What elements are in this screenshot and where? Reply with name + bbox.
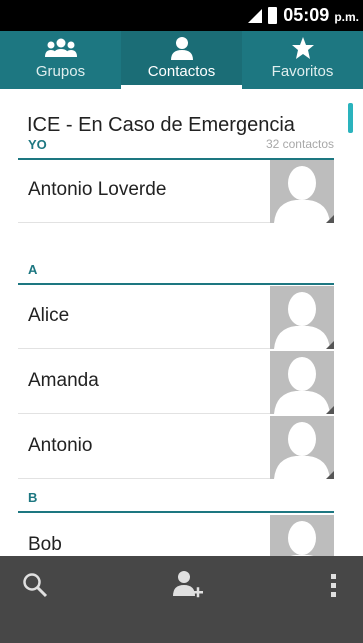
battery-icon [268,7,278,24]
add-contact-icon[interactable] [172,570,204,605]
section-header-b: B [18,483,334,513]
tab-favoritos[interactable]: Favoritos [242,31,363,89]
contact-name: Antonio [28,435,93,456]
avatar-placeholder-icon [270,416,334,479]
contact-row[interactable]: Alice [18,286,334,349]
group-icon [44,36,78,60]
avatar-placeholder-icon [270,160,334,223]
section-letter: A [28,261,38,277]
contact-count: 32 contactos [265,137,334,151]
contact-row-me[interactable]: Antonio Loverde [18,160,334,223]
tab-grupos[interactable]: Grupos [0,31,121,89]
contact-row[interactable]: Antonio [18,416,334,479]
tab-label: Grupos [35,63,86,80]
contact-name: Bob [28,534,62,555]
overflow-menu-icon[interactable] [331,574,337,603]
section-header-a: A [18,255,334,285]
avatar-placeholder-icon [270,515,334,556]
avatar-placeholder-icon [270,351,334,414]
tab-bar: Grupos Contactos Favoritos [0,31,363,89]
contact-name: Amanda [28,370,99,391]
contact-name: Antonio Loverde [28,179,167,200]
search-icon[interactable] [22,572,48,603]
avatar-placeholder-icon [270,286,334,349]
star-icon [291,36,315,60]
contact-row[interactable]: Amanda [18,351,334,414]
scrollbar[interactable] [348,103,353,133]
contact-name: Alice [28,305,70,326]
section-letter: YO [28,136,47,152]
person-icon [170,36,194,60]
tab-label: Contactos [147,63,216,80]
tab-contactos[interactable]: Contactos [121,31,242,89]
status-time: 05:09 p.m. [283,5,359,25]
contact-row[interactable]: Bob [18,515,334,556]
contacts-list[interactable]: ICE - En Caso de Emergencia YO 32 contac… [0,89,363,556]
section-letter: B [28,489,38,505]
signal-icon [248,8,263,23]
section-header-yo: YO 32 contactos [18,130,334,160]
status-bar: 05:09 p.m. [0,0,363,31]
bottom-action-bar [0,556,363,643]
tab-label: Favoritos [271,63,334,80]
